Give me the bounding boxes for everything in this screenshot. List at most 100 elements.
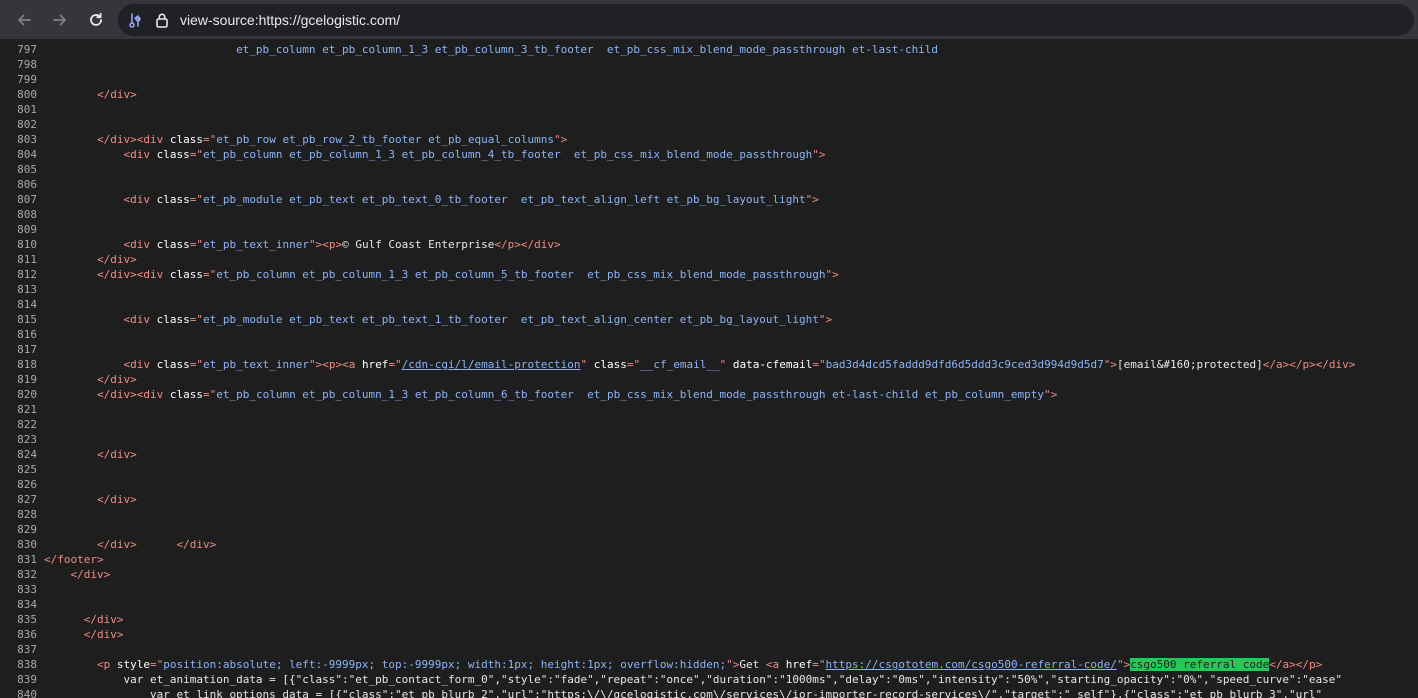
code-token: =" [189, 148, 203, 161]
code-token: <div [123, 313, 157, 326]
line-number: 816 [17, 328, 37, 341]
code-token: <div [123, 238, 157, 251]
source-line: 798 [0, 57, 1418, 72]
arrow-left-icon [18, 14, 31, 26]
line-number: 811 [17, 253, 37, 266]
line-code: <div class="et_pb_module et_pb_text et_p… [44, 312, 832, 327]
code-token: </div> [96, 493, 137, 506]
code-token: " [580, 358, 594, 371]
code-token: "> [825, 268, 839, 281]
code-token: et_pb_text_inner [202, 238, 309, 251]
code-token: "> [1044, 388, 1058, 401]
line-code: </div><div class="et_pb_column et_pb_col… [44, 387, 1057, 402]
code-token: <div [123, 193, 157, 206]
code-token: style [116, 658, 150, 671]
line-code: </div> </div> [44, 537, 216, 552]
line-code: </div><div class="et_pb_column et_pb_col… [44, 267, 839, 282]
line-code: </div> [44, 252, 137, 267]
line-number: 808 [17, 208, 37, 221]
source-line: 802 [0, 117, 1418, 132]
code-token: </div> [96, 88, 137, 101]
source-line: 825 [0, 462, 1418, 477]
code-token: et_pb_column et_pb_column_1_3 et_pb_colu… [202, 148, 813, 161]
code-token: </p></div> [494, 238, 561, 251]
line-code: </div> [44, 372, 137, 387]
source-line: 811 </div> [0, 252, 1418, 267]
line-number: 830 [17, 538, 37, 551]
url-text[interactable]: view-source:https://gcelogistic.com/ [180, 10, 400, 30]
code-token: </div> [96, 538, 137, 551]
reload-icon [90, 12, 102, 26]
line-number: 827 [17, 493, 37, 506]
code-token: "> [726, 658, 740, 671]
code-token: =" [189, 358, 203, 371]
source-line: 810 <div class="et_pb_text_inner"><p>© G… [0, 237, 1418, 252]
source-line: 838 <p style="position:absolute; left:-9… [0, 657, 1418, 672]
source-line: 797 et_pb_column et_pb_column_1_3 et_pb_… [0, 42, 1418, 57]
reload-button[interactable] [82, 6, 110, 34]
code-token: "> [553, 133, 568, 146]
arrow-right-icon [53, 14, 66, 26]
code-token: </footer> [44, 553, 104, 566]
line-number: 817 [17, 343, 37, 356]
address-bar[interactable]: view-source:https://gcelogistic.com/ [118, 4, 1414, 36]
source-line: 840 var et_link_options_data = [{"class"… [0, 687, 1418, 698]
source-line: 804 <div class="et_pb_column et_pb_colum… [0, 147, 1418, 162]
source-line: 831 </footer> [0, 552, 1418, 567]
line-number: 835 [17, 613, 37, 626]
source-link[interactable]: https://csgototem.com/csgo500-referral-c… [826, 658, 1117, 671]
source-line: 820 </div><div class="et_pb_column et_pb… [0, 387, 1418, 402]
source-line: 817 [0, 342, 1418, 357]
code-token: <div [123, 148, 157, 161]
code-token: __cf_email__ [640, 358, 720, 371]
source-line: 808 [0, 207, 1418, 222]
source-line: 815 <div class="et_pb_module et_pb_text … [0, 312, 1418, 327]
line-number: 824 [17, 448, 37, 461]
source-line: 821 [0, 402, 1418, 417]
line-number: 831 [17, 553, 37, 566]
source-line: 799 [0, 72, 1418, 87]
code-token: et_pb_column et_pb_column_1_3 et_pb_colu… [216, 388, 1045, 401]
line-number: 812 [17, 268, 37, 281]
site-settings-icon[interactable] [128, 12, 144, 28]
code-token: </div> [96, 373, 137, 386]
code-token: </div><div [96, 388, 170, 401]
source-line: 807 <div class="et_pb_module et_pb_text … [0, 192, 1418, 207]
line-code: <div class="et_pb_text_inner"><p>© Gulf … [44, 237, 561, 252]
code-token: position:absolute; left:-9999px; top:-99… [163, 658, 727, 671]
code-token: </div> [83, 613, 124, 626]
code-token: var et_link_options_data = [{"class":"et… [149, 688, 1323, 698]
line-number: 807 [17, 193, 37, 206]
line-number: 838 [17, 658, 37, 671]
forward-button[interactable] [46, 6, 74, 34]
line-code: <div class="et_pb_module et_pb_text et_p… [44, 192, 818, 207]
code-token: </div> [96, 253, 137, 266]
source-viewer[interactable]: 797 et_pb_column et_pb_column_1_3 et_pb_… [0, 40, 1418, 698]
source-line: 832 </div> [0, 567, 1418, 582]
code-token: =" [626, 358, 641, 371]
source-line: 835 </div> [0, 612, 1418, 627]
code-token: csgo500 referral code [1130, 658, 1270, 671]
line-number: 821 [17, 403, 37, 416]
code-token: =" [388, 358, 402, 371]
source-link[interactable]: /cdn-cgi/l/email-protection [402, 358, 581, 371]
source-line: 803 </div><div class="et_pb_row et_pb_ro… [0, 132, 1418, 147]
code-token: et_pb_column et_pb_column_1_3 et_pb_colu… [236, 43, 939, 56]
code-token: =" [202, 268, 217, 281]
line-number: 840 [17, 688, 37, 698]
code-token: class [156, 193, 190, 206]
back-button[interactable] [10, 6, 38, 34]
line-number: 813 [17, 283, 37, 296]
line-number: 818 [17, 358, 37, 371]
lock-icon[interactable] [154, 12, 170, 28]
